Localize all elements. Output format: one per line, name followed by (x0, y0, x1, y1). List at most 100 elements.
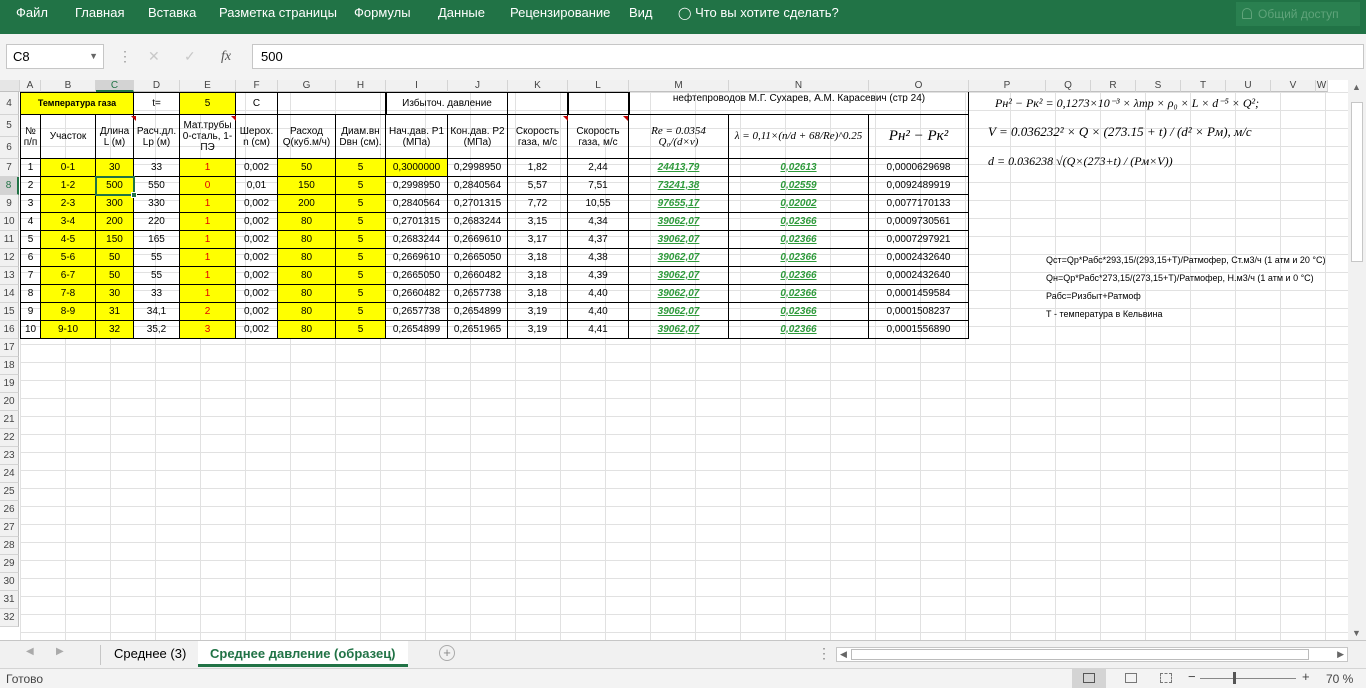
header-velocity-1[interactable]: Скорость газа, м/с (508, 115, 568, 159)
header-velocity-2[interactable]: Скорость газа, м/с (568, 115, 629, 159)
cell-v1[interactable]: 1,82 (508, 159, 568, 177)
column-header[interactable]: N (729, 80, 869, 92)
cell-seg[interactable]: 1-2 (41, 177, 96, 195)
row-header[interactable]: 24 (0, 465, 19, 483)
cell-seg[interactable]: 0-1 (41, 159, 96, 177)
row-header[interactable]: 9 (0, 195, 19, 213)
cell-mat[interactable]: 1 (180, 159, 236, 177)
cell-mat[interactable]: 1 (180, 231, 236, 249)
cell-n[interactable]: 2 (20, 177, 41, 195)
cell-dp[interactable]: 0,0002432640 (869, 267, 969, 285)
cell-Lr[interactable]: 35,2 (134, 321, 180, 339)
header-diameter[interactable]: Диам.вн Dвн (см). (336, 115, 386, 159)
cell-mat[interactable]: 0 (180, 177, 236, 195)
column-header[interactable]: K (508, 80, 568, 92)
blank-top-l[interactable] (568, 92, 629, 115)
excess-pressure-label[interactable]: Избыточ. давление (386, 92, 508, 115)
cell-Re[interactable]: 39062,07 (629, 303, 729, 321)
row-header[interactable]: 17 (0, 339, 19, 357)
cell-lam[interactable]: 0,02366 (729, 321, 869, 339)
cell-L[interactable]: 30 (96, 285, 134, 303)
t-label[interactable]: t= (134, 92, 180, 115)
cell-mat[interactable]: 1 (180, 249, 236, 267)
zoom-slider-thumb[interactable] (1233, 672, 1236, 684)
cell-dp[interactable]: 0,0077170133 (869, 195, 969, 213)
header-material[interactable]: Мат.трубы 0-сталь, 1-ПЭ (180, 115, 236, 159)
cell-dp[interactable]: 0,0001508237 (869, 303, 969, 321)
cell-dp[interactable]: 0,0007297921 (869, 231, 969, 249)
tab-formulas[interactable]: Формулы (354, 0, 411, 26)
cell-v1[interactable]: 7,72 (508, 195, 568, 213)
row-header[interactable]: 28 (0, 537, 19, 555)
select-all-corner[interactable] (0, 80, 20, 92)
hscroll-right-icon[interactable]: ▶ (1337, 649, 1344, 660)
cell-dp[interactable]: 0,0009730561 (869, 213, 969, 231)
cell-Re[interactable]: 39062,07 (629, 321, 729, 339)
cell-lam[interactable]: 0,02366 (729, 249, 869, 267)
cell-v1[interactable]: 3,17 (508, 231, 568, 249)
comment-indicator[interactable] (131, 116, 136, 121)
tab-data[interactable]: Данные (438, 0, 485, 26)
cell-dp[interactable]: 0,0001459584 (869, 285, 969, 303)
cell-v2[interactable]: 4,41 (568, 321, 629, 339)
scroll-up-icon[interactable]: ▲ (1352, 82, 1361, 92)
cell-lam[interactable]: 0,02366 (729, 303, 869, 321)
header-p1[interactable]: Нач.дав. P1 (МПа) (386, 115, 448, 159)
comment-indicator[interactable] (623, 116, 628, 121)
cell-P1[interactable]: 0,2654899 (386, 321, 448, 339)
comment-indicator[interactable] (563, 116, 568, 121)
sheet-tab-active[interactable]: Среднее давление (образец) (198, 641, 408, 667)
cell-v1[interactable]: 5,57 (508, 177, 568, 195)
header-lambda[interactable]: λ = 0,11×(n/d + 68/Re)^0.25 (729, 115, 869, 159)
horizontal-scrollbar[interactable]: ◀ ▶ (836, 647, 1348, 662)
cell-P1[interactable]: 0,3000000 (386, 159, 448, 177)
cell-v2[interactable]: 2,44 (568, 159, 629, 177)
column-header[interactable]: H (336, 80, 386, 92)
cell-Re[interactable]: 24413,79 (629, 159, 729, 177)
gas-temp-label[interactable]: Температура газа (20, 92, 134, 115)
column-header[interactable]: Q (1046, 80, 1091, 92)
tab-view[interactable]: Вид (629, 0, 653, 26)
cell-P1[interactable]: 0,2669610 (386, 249, 448, 267)
row-header[interactable]: 21 (0, 411, 19, 429)
row-header[interactable]: 26 (0, 501, 19, 519)
cell-Lr[interactable]: 55 (134, 267, 180, 285)
row-header[interactable]: 32 (0, 609, 19, 627)
column-header[interactable]: U (1226, 80, 1271, 92)
tab-review[interactable]: Рецензирование (510, 0, 610, 26)
cell-rough[interactable]: 0,002 (236, 321, 278, 339)
cell-lam[interactable]: 0,02613 (729, 159, 869, 177)
cell-D[interactable]: 5 (336, 159, 386, 177)
cell-v1[interactable]: 3,15 (508, 213, 568, 231)
cell-seg[interactable]: 8-9 (41, 303, 96, 321)
header-calc-length[interactable]: Расч.дл. Lр (м) (134, 115, 180, 159)
row-header[interactable]: 16 (0, 321, 19, 339)
cell-Re[interactable]: 73241,38 (629, 177, 729, 195)
cell-Q[interactable]: 80 (278, 231, 336, 249)
cell-n[interactable]: 9 (20, 303, 41, 321)
row-header[interactable]: 25 (0, 483, 19, 501)
comment-indicator[interactable] (231, 116, 236, 121)
row-header[interactable]: 30 (0, 573, 19, 591)
scroll-thumb[interactable] (1351, 102, 1363, 262)
cell-rough[interactable]: 0,002 (236, 159, 278, 177)
column-header[interactable]: E (180, 80, 236, 92)
cell-Q[interactable]: 80 (278, 321, 336, 339)
row-header[interactable]: 18 (0, 357, 19, 375)
cell-seg[interactable]: 6-7 (41, 267, 96, 285)
cell-lam[interactable]: 0,02366 (729, 267, 869, 285)
cell-P1[interactable]: 0,2701315 (386, 213, 448, 231)
page-layout-view-icon[interactable] (1125, 673, 1137, 683)
cell-D[interactable]: 5 (336, 267, 386, 285)
cell-n[interactable]: 4 (20, 213, 41, 231)
cell-Q[interactable]: 50 (278, 159, 336, 177)
row-header[interactable]: 27 (0, 519, 19, 537)
cell-Lr[interactable]: 330 (134, 195, 180, 213)
cell-lam[interactable]: 0,02366 (729, 285, 869, 303)
cell-rough[interactable]: 0,002 (236, 195, 278, 213)
cell-dp[interactable]: 0,0002432640 (869, 249, 969, 267)
row-header[interactable]: 7 (0, 159, 19, 177)
cell-P1[interactable]: 0,2840564 (386, 195, 448, 213)
cell-v2[interactable]: 4,39 (568, 267, 629, 285)
cell-seg[interactable]: 2-3 (41, 195, 96, 213)
